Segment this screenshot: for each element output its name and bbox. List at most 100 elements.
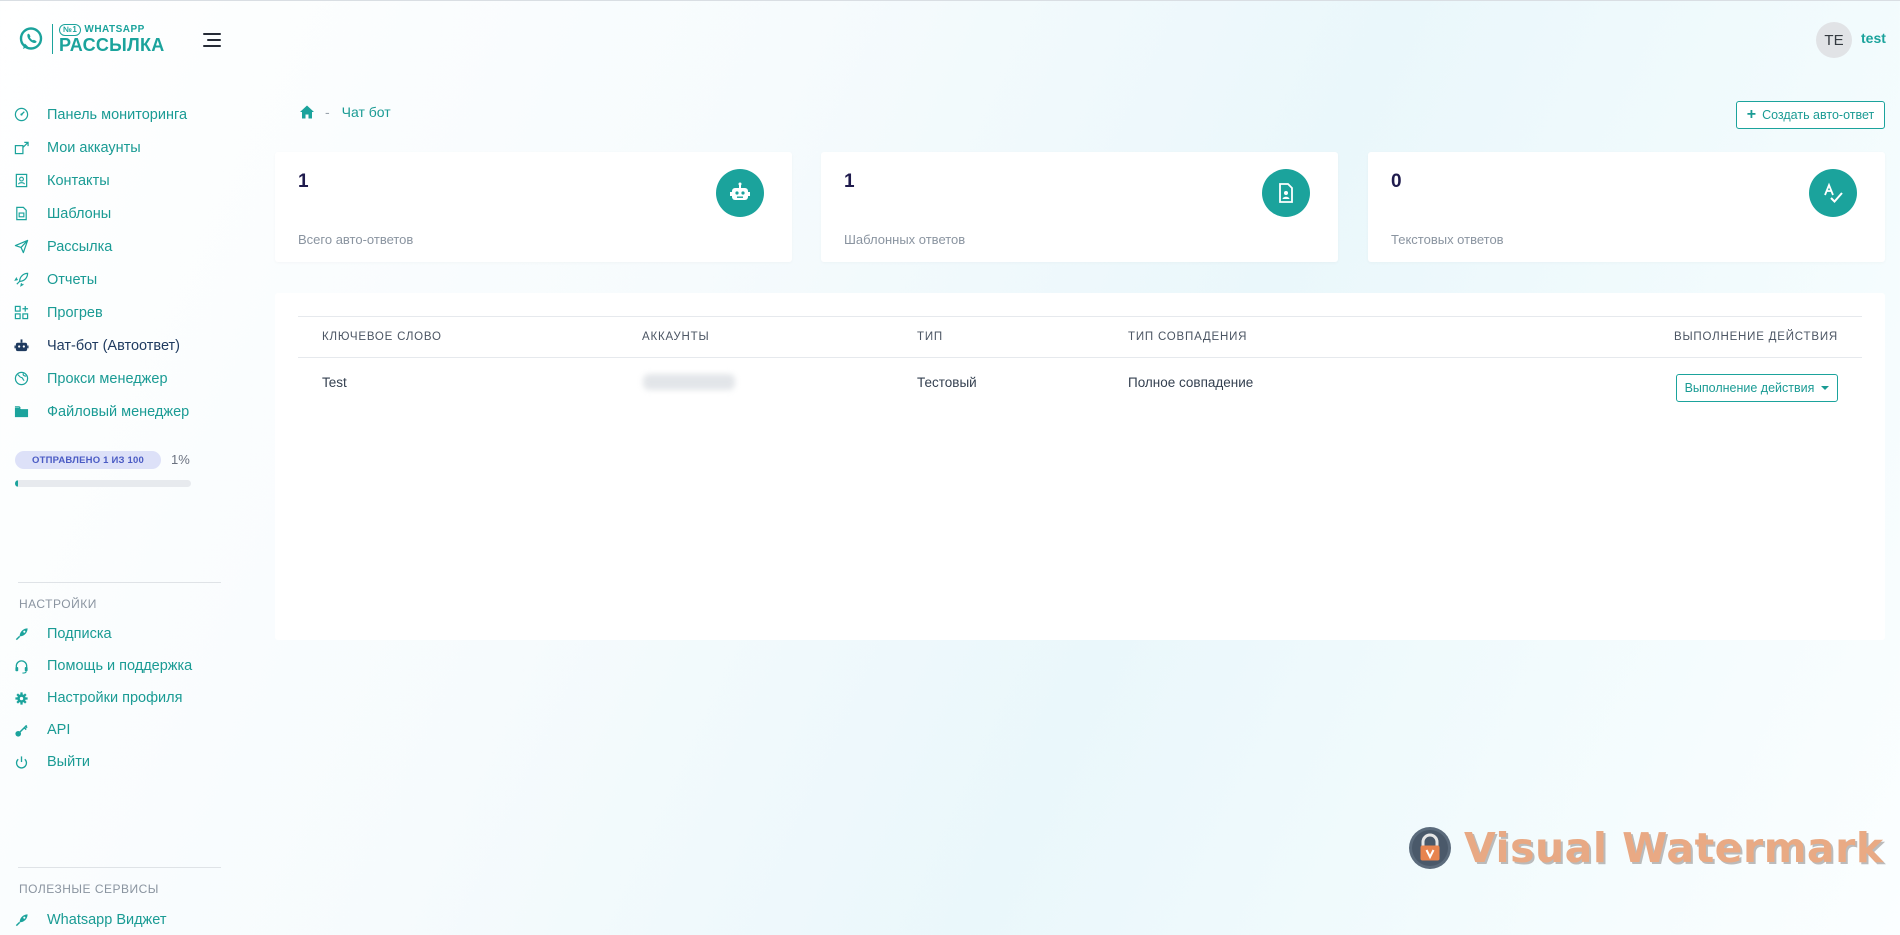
services-nav: Whatsapp Виджет <box>0 904 240 935</box>
power-icon <box>15 756 28 769</box>
sidebar-item-api[interactable]: API <box>0 714 240 746</box>
cell-accounts-blurred <box>643 374 735 390</box>
settings-nav: Подписка Помощь и поддержка Настройки пр… <box>0 618 240 778</box>
breadcrumb: - Чат бот <box>299 104 391 120</box>
sidebar-item-warmup[interactable]: Прогрев <box>0 296 240 329</box>
sidebar-item-label: Прогрев <box>47 304 103 321</box>
plus-icon: + <box>1746 106 1757 123</box>
sidebar-item-whatsapp-widget[interactable]: Whatsapp Виджет <box>0 904 240 935</box>
caret-down-icon <box>1821 386 1830 390</box>
sidebar-item-accounts[interactable]: Мои аккаунты <box>0 131 240 164</box>
whatsapp-icon <box>19 27 43 50</box>
main-nav: Панель мониторинга Мои аккаунты Контакты… <box>0 98 240 428</box>
create-auto-reply-label: Создать авто-ответ <box>1762 108 1875 122</box>
brand-logo[interactable]: №1 WHATSAPP РАССЫЛКА <box>18 24 165 54</box>
sidebar-item-label: Файловый менеджер <box>47 403 190 420</box>
sidebar-item-label: Мои аккаунты <box>47 139 141 156</box>
stat-icon-circle <box>1809 169 1857 217</box>
sidebar-item-label: API <box>47 722 71 738</box>
logo-divider <box>52 24 53 54</box>
breadcrumb-current: Чат бот <box>341 104 391 120</box>
stat-icon-circle <box>716 169 764 217</box>
rocket-icon <box>15 914 28 927</box>
sidebar-item-label: Помощь и поддержка <box>47 658 193 674</box>
sidebar-item-label: Подписка <box>47 626 112 642</box>
sidebar-item-mailing[interactable]: Рассылка <box>0 230 240 263</box>
document-icon <box>1279 183 1293 203</box>
menu-toggle-icon[interactable] <box>203 32 221 48</box>
gauge-icon <box>14 107 29 122</box>
sidebar-divider <box>18 867 221 868</box>
gear-icon <box>15 692 28 705</box>
sidebar-item-label: Прокси менеджер <box>47 370 168 387</box>
sidebar-item-proxy[interactable]: Прокси менеджер <box>0 362 240 395</box>
sidebar-item-files[interactable]: Файловый менеджер <box>0 395 240 428</box>
globe-icon <box>14 371 29 386</box>
auto-reply-table-panel: КЛЮЧЕВОЕ СЛОВО АККАУНТЫ ТИП ТИП СОВПАДЕН… <box>275 293 1885 640</box>
column-header-action: ВЫПОЛНЕНИЕ ДЕЙСТВИЯ <box>1673 331 1838 343</box>
rocket-icon <box>14 272 29 287</box>
column-header-match-type[interactable]: ТИП СОВПАДЕНИЯ <box>1128 331 1247 343</box>
home-icon[interactable] <box>299 104 315 120</box>
headset-icon <box>15 660 28 674</box>
column-header-keyword[interactable]: КЛЮЧЕВОЕ СЛОВО <box>322 331 442 343</box>
templates-icon <box>16 206 27 221</box>
stat-label: Текстовых ответов <box>1391 232 1504 247</box>
sidebar-item-subscription[interactable]: Подписка <box>0 618 240 650</box>
stat-value: 0 <box>1391 171 1402 192</box>
logo-top-text: WHATSAPP <box>84 24 145 35</box>
sidebar-item-label: Панель мониторинга <box>47 106 188 123</box>
spellcheck-icon <box>1824 182 1843 203</box>
sidebar-item-reports[interactable]: Отчеты <box>0 263 240 296</box>
breadcrumb-separator: - <box>325 104 330 120</box>
sidebar-item-chatbot[interactable]: Чат-бот (Автоответ) <box>0 329 240 362</box>
user-name[interactable]: test <box>1861 30 1886 46</box>
lock-icon <box>1409 827 1451 869</box>
sidebar-item-profile-settings[interactable]: Настройки профиля <box>0 682 240 714</box>
robot-icon <box>730 182 750 200</box>
sent-progress-fill <box>15 480 18 487</box>
robot-icon <box>14 339 29 352</box>
sidebar-item-contacts[interactable]: Контакты <box>0 164 240 197</box>
cell-keyword: Test <box>322 375 347 390</box>
stat-icon-circle <box>1262 169 1310 217</box>
sidebar-item-dashboard[interactable]: Панель мониторинга <box>0 98 240 131</box>
sent-progress-bar <box>15 480 191 487</box>
contacts-icon <box>15 173 28 188</box>
stat-value: 1 <box>844 171 855 192</box>
action-dropdown-button[interactable]: Выполнение действия <box>1676 374 1838 402</box>
sidebar-item-label: Выйти <box>47 754 90 770</box>
stat-card-total: 1 Всего авто-ответов <box>275 152 792 262</box>
sidebar-item-label: Отчеты <box>47 271 98 288</box>
sidebar-item-label: Контакты <box>47 172 110 189</box>
sidebar-item-support[interactable]: Помощь и поддержка <box>0 650 240 682</box>
sidebar-item-label: Настройки профиля <box>47 690 183 706</box>
stat-card-text: 0 Текстовых ответов <box>1368 152 1885 262</box>
send-icon <box>14 239 29 254</box>
sidebar-item-label: Рассылка <box>47 238 113 255</box>
column-header-type[interactable]: ТИП <box>917 331 943 343</box>
create-auto-reply-button[interactable]: + Создать авто-ответ <box>1736 101 1885 129</box>
logo-bottom-text: РАССЫЛКА <box>59 35 165 55</box>
sent-progress-badge: ОТПРАВЛЕНО 1 ИЗ 100 <box>15 451 161 469</box>
folder-icon <box>14 406 29 418</box>
settings-section-title: НАСТРОЙКИ <box>19 597 97 611</box>
stat-card-template: 1 Шаблонных ответов <box>821 152 1338 262</box>
sidebar-item-logout[interactable]: Выйти <box>0 746 240 778</box>
avatar[interactable]: TE <box>1816 22 1852 58</box>
sidebar-item-label: Чат-бот (Автоответ) <box>47 337 181 354</box>
top-border <box>0 0 1900 1</box>
sidebar-item-templates[interactable]: Шаблоны <box>0 197 240 230</box>
watermark-text: Visual Watermark <box>1464 824 1884 872</box>
grid-plus-icon <box>14 305 29 320</box>
logo-text: №1 WHATSAPP РАССЫЛКА <box>59 24 165 54</box>
cell-type: Тестовый <box>917 375 977 390</box>
stat-label: Шаблонных ответов <box>844 232 966 247</box>
column-header-accounts[interactable]: АККАУНТЫ <box>642 331 709 343</box>
key-icon <box>15 724 28 737</box>
stat-label: Всего авто-ответов <box>298 232 414 247</box>
sidebar-divider <box>18 582 221 583</box>
stat-value: 1 <box>298 171 309 192</box>
sidebar-item-label: Шаблоны <box>47 205 112 222</box>
sent-progress-percent: 1% <box>171 452 190 467</box>
